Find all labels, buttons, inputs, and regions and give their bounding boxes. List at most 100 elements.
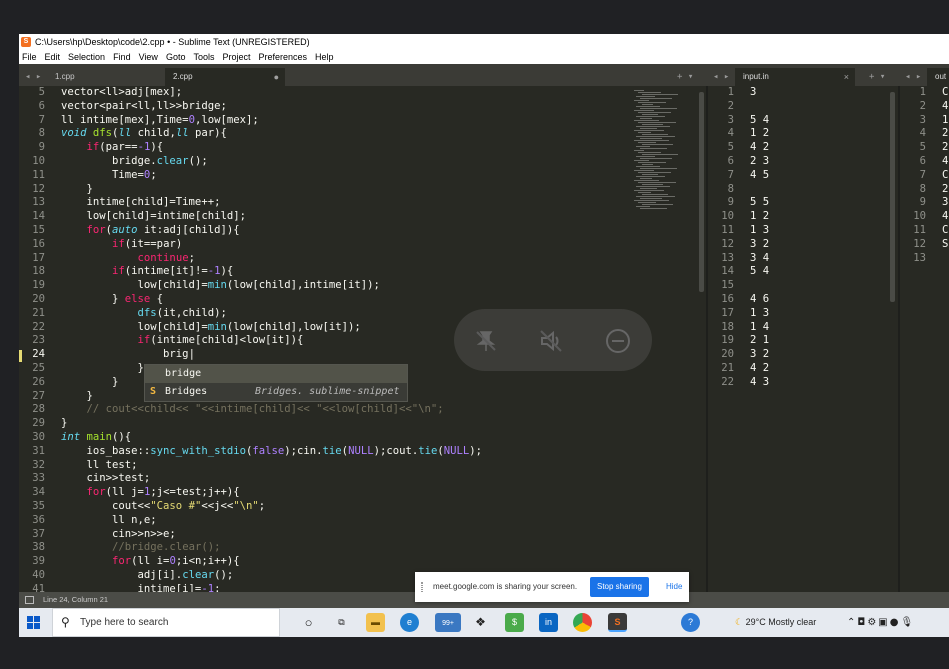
unpin-icon[interactable] xyxy=(473,328,499,354)
panel-toggle-icon[interactable] xyxy=(25,596,34,604)
tab-input-in[interactable]: input.in × xyxy=(735,68,855,86)
mute-icon[interactable] xyxy=(538,328,564,354)
task-view-icon[interactable]: ⧉ xyxy=(332,613,351,632)
line-number: 2 xyxy=(919,99,926,112)
output-line: 3 xyxy=(942,196,949,209)
menu-goto[interactable]: Goto xyxy=(166,50,186,64)
autocomplete-item-bridge[interactable]: bridge xyxy=(145,365,407,383)
tab-nav-arrows-icon[interactable]: ◂ ▸ xyxy=(905,68,921,86)
hide-button[interactable]: Hide xyxy=(666,572,682,602)
menu-find[interactable]: Find xyxy=(113,50,131,64)
minimap-line xyxy=(634,120,659,121)
add-tab-icon[interactable]: + ▾ xyxy=(677,68,693,86)
minimap-line xyxy=(634,160,649,161)
line-number: 18 xyxy=(721,320,734,333)
menu-file[interactable]: File xyxy=(22,50,37,64)
menu-tools[interactable]: Tools xyxy=(193,50,214,64)
code-line: ll n,e; xyxy=(61,513,157,526)
output-line: C xyxy=(942,168,949,181)
menu-view[interactable]: View xyxy=(139,50,158,64)
menu-preferences[interactable]: Preferences xyxy=(258,50,307,64)
tab-nav-arrows-icon[interactable]: ◂ ▸ xyxy=(25,68,41,86)
input-line: 2 1 xyxy=(750,334,770,347)
minimap-line xyxy=(636,96,655,97)
sublime-merge-icon[interactable]: $ xyxy=(505,613,524,632)
line-number: 9 xyxy=(38,141,45,154)
help-icon[interactable]: ? xyxy=(681,613,700,632)
chrome-icon[interactable] xyxy=(573,613,592,632)
tray-app-icon[interactable]: ● xyxy=(890,617,901,628)
code-editor[interactable]: vector<ll>adj[mex]; vector<pair<ll,ll>>br… xyxy=(61,86,482,596)
autocomplete-item-bridges[interactable]: S Bridges Bridges. sublime-snippet xyxy=(145,383,407,401)
tab-label: 2.cpp xyxy=(173,72,193,81)
input-scrollbar[interactable] xyxy=(890,92,895,302)
tray-app-icon[interactable]: ▣ xyxy=(878,617,889,628)
minimap-line xyxy=(642,134,668,135)
tab-output[interactable]: out xyxy=(927,68,949,86)
code-line: int main(){ xyxy=(61,430,132,443)
code-line: if(par==-1){ xyxy=(86,141,164,154)
add-tab-icon[interactable]: + ▾ xyxy=(869,68,885,86)
line-number: 17 xyxy=(721,306,734,319)
mail-icon[interactable]: 99+ xyxy=(435,613,461,632)
close-tab-icon[interactable]: × xyxy=(844,68,849,86)
line-number: 21 xyxy=(721,361,734,374)
sublime-text-taskbar-icon[interactable]: S xyxy=(608,613,627,632)
line-number: 39 xyxy=(32,555,45,568)
drag-handle-icon[interactable] xyxy=(421,582,423,592)
minimap-line xyxy=(634,130,664,131)
line-number: 25 xyxy=(32,361,45,374)
system-tray[interactable]: ⌃◘⚙▣●🎙 xyxy=(847,608,915,637)
menu-project[interactable]: Project xyxy=(222,50,250,64)
windows-start-icon[interactable] xyxy=(27,616,40,629)
code-line: void dfs(ll child,ll par){ xyxy=(61,127,227,140)
line-number: 17 xyxy=(32,251,45,264)
weather-widget[interactable]: ☾ 29°C Mostly clear xyxy=(735,608,816,637)
menu-selection[interactable]: Selection xyxy=(68,50,105,64)
menu-help[interactable]: Help xyxy=(315,50,334,64)
minimap-line xyxy=(636,146,650,147)
tray-app-icon[interactable]: ⚙ xyxy=(867,617,878,628)
minimap-line xyxy=(634,100,649,101)
output-line: 2 xyxy=(942,141,949,154)
dropbox-icon[interactable]: ❖ xyxy=(471,613,490,632)
line-number: 4 xyxy=(919,127,926,140)
output-file-editor[interactable]: C41224C234CS xyxy=(942,86,948,265)
autocomplete-popup: bridge S Bridges Bridges. sublime-snippe… xyxy=(144,364,408,402)
minimap-line xyxy=(638,202,656,203)
file-explorer-icon[interactable]: ▬ xyxy=(366,613,385,632)
line-number: 1 xyxy=(919,86,926,98)
edge-browser-icon[interactable]: e xyxy=(400,613,419,632)
input-line: 1 2 xyxy=(750,210,770,223)
minimap-line xyxy=(638,152,661,153)
minimap[interactable] xyxy=(634,90,694,210)
minimap-line xyxy=(638,142,656,143)
microphone-icon[interactable]: 🎙 xyxy=(900,617,915,628)
main-editor-scrollbar[interactable] xyxy=(699,92,704,292)
code-line: //bridge.clear(); xyxy=(112,541,221,554)
minimap-line xyxy=(634,140,669,141)
minimap-line xyxy=(642,184,663,185)
tab-1cpp[interactable]: 1.cpp xyxy=(47,68,163,86)
remove-icon[interactable] xyxy=(605,328,631,354)
linkedin-icon[interactable]: in xyxy=(539,613,558,632)
code-line: for(ll j=1;j<=test;j++){ xyxy=(86,486,240,499)
cortana-icon[interactable]: ○ xyxy=(299,613,318,632)
code-line: } xyxy=(61,417,68,430)
weather-text: 29°C Mostly clear xyxy=(745,617,817,627)
unsaved-dot-icon[interactable]: ● xyxy=(274,68,279,86)
line-number: 11 xyxy=(32,168,45,181)
taskbar-search[interactable]: ⚲ Type here to search xyxy=(52,608,280,637)
input-file-editor[interactable]: 3 5 41 24 22 34 5 5 51 21 33 23 45 4 4 6… xyxy=(750,86,769,390)
tray-chevron-icon[interactable]: ⌃ xyxy=(847,617,857,628)
share-message: meet.google.com is sharing your screen. xyxy=(433,582,578,591)
tray-app-icon[interactable]: ◘ xyxy=(857,617,867,628)
search-placeholder: Type here to search xyxy=(80,617,169,628)
code-line: low[child]=min(low[child],low[it]); xyxy=(61,320,361,333)
tab-nav-arrows-icon[interactable]: ◂ ▸ xyxy=(713,68,729,86)
tab-2cpp[interactable]: 2.cpp ● xyxy=(165,68,285,86)
menu-edit[interactable]: Edit xyxy=(45,50,61,64)
sublime-logo-icon: S xyxy=(21,37,31,47)
stop-sharing-button[interactable]: Stop sharing xyxy=(590,577,649,597)
